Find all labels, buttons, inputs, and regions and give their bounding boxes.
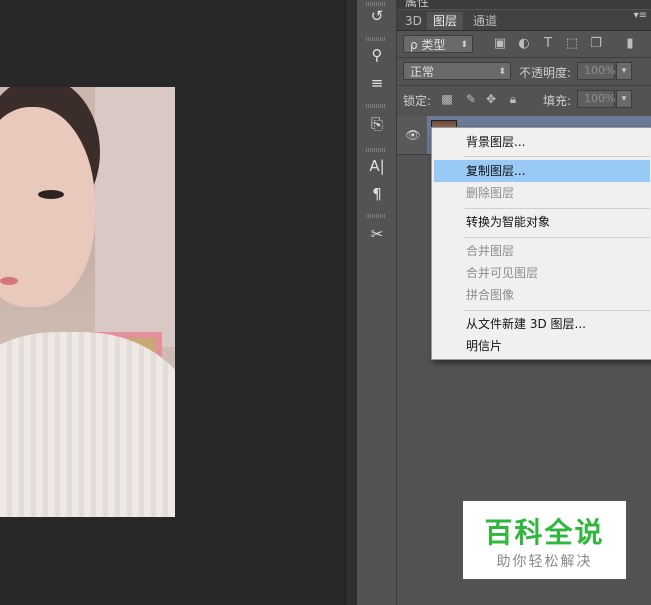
menu-item-merge-layers[interactable]: 合并图层 (434, 240, 650, 262)
layer-filter-row: ρ 类型 ⬍ ▣ ◐ T ⬚ ❐ ▮ (397, 32, 651, 56)
paragraph-icon[interactable]: ¶ (365, 183, 389, 205)
pixel-filter-icon[interactable]: ▣ (491, 35, 509, 53)
menu-separator (464, 237, 650, 238)
menu-item-convert-to-smart-object[interactable]: 转换为智能对象 (434, 211, 650, 233)
menu-item-postcard[interactable]: 明信片 (434, 335, 650, 357)
photo-lip (0, 277, 18, 285)
opacity-input[interactable]: 100% (577, 62, 615, 80)
chevron-updown-icon: ⬍ (498, 67, 506, 77)
lock-transparent-icon[interactable]: ▩ (439, 91, 455, 107)
fill-input[interactable]: 100% (577, 90, 615, 108)
panel-icon-strip: ↺ ⚲ ≡ ⎘ A| ¶ ✂ (357, 0, 397, 605)
eye-icon[interactable]: 👁︎ (405, 128, 421, 142)
blend-mode-value: 正常 (410, 65, 435, 79)
adjustment-filter-icon[interactable]: ◐ (515, 35, 533, 53)
document-photo[interactable] (0, 87, 175, 517)
tab-layers[interactable]: 图层 (427, 12, 464, 30)
adjustments-icon[interactable]: ≡ (365, 72, 389, 94)
menu-item-merge-visible[interactable]: 合并可见图层 (434, 262, 650, 284)
fill-dropdown-icon[interactable]: ▾ (616, 90, 632, 108)
properties-panel-title: 属性 (405, 0, 430, 9)
chevron-updown-icon: ⬍ (460, 40, 468, 50)
panel-menu-icon[interactable]: ▾≡ (634, 10, 647, 21)
filter-toggle-icon[interactable]: ▮ (621, 35, 639, 53)
photo-eye (38, 190, 64, 199)
lock-image-icon[interactable]: ✎ (463, 91, 479, 107)
watermark-title: 百科全说 (484, 516, 605, 549)
lock-label: 锁定: (403, 94, 432, 108)
clone-source-icon[interactable]: ⎘ (365, 113, 389, 135)
menu-item-delete-layer[interactable]: 删除图层 (434, 182, 650, 204)
watermark-logo: 百科全说 助你轻松解决 (463, 501, 626, 579)
lock-all-icon[interactable]: 🔒︎ (505, 91, 521, 107)
divider (397, 85, 651, 86)
menu-separator (464, 156, 650, 157)
menu-separator (464, 208, 650, 209)
smart-object-filter-icon[interactable]: ❐ (587, 35, 605, 53)
photo-wall (95, 87, 175, 347)
lock-position-icon[interactable]: ✥ (483, 91, 499, 107)
brush-presets-icon[interactable]: ⚲ (365, 44, 389, 66)
menu-item-flatten-image[interactable]: 拼合图像 (434, 284, 650, 306)
layer-filter-value: ρ 类型 (410, 38, 446, 52)
blend-mode-select[interactable]: 正常 ⬍ (403, 62, 511, 80)
opacity-label: 不透明度: (519, 66, 572, 80)
strip-grip[interactable] (366, 214, 386, 218)
strip-grip[interactable] (366, 37, 386, 41)
divider (397, 57, 651, 58)
tab-3d[interactable]: 3D (399, 12, 428, 30)
document-canvas[interactable] (0, 0, 345, 605)
layer-context-menu: 背景图层... 复制图层... 删除图层 转换为智能对象 合并图层 合并可见图层… (431, 127, 651, 360)
menu-item-background-layer[interactable]: 背景图层... (434, 131, 650, 153)
character-icon[interactable]: A| (365, 155, 389, 177)
watermark-subtitle: 助你轻松解决 (496, 554, 593, 570)
strip-grip[interactable] (366, 104, 386, 108)
history-icon[interactable]: ↺ (365, 5, 389, 27)
menu-item-duplicate-layer[interactable]: 复制图层... (434, 160, 650, 182)
properties-panel-header[interactable]: 属性 (397, 0, 651, 9)
menu-separator (464, 310, 650, 311)
fill-label: 填充: (543, 94, 572, 108)
type-filter-icon[interactable]: T (539, 35, 557, 53)
tool-presets-icon[interactable]: ✂ (365, 223, 389, 245)
panel-tabs: 3D 图层 通道 ▾≡ (397, 10, 651, 31)
shape-filter-icon[interactable]: ⬚ (563, 35, 581, 53)
layer-filter-select[interactable]: ρ 类型 ⬍ (403, 35, 473, 53)
opacity-dropdown-icon[interactable]: ▾ (616, 62, 632, 80)
photo-sweater (0, 332, 175, 517)
menu-item-new-3d-layer-from-file[interactable]: 从文件新建 3D 图层... (434, 313, 650, 335)
strip-grip[interactable] (366, 148, 386, 152)
tab-channels[interactable]: 通道 (467, 12, 503, 30)
